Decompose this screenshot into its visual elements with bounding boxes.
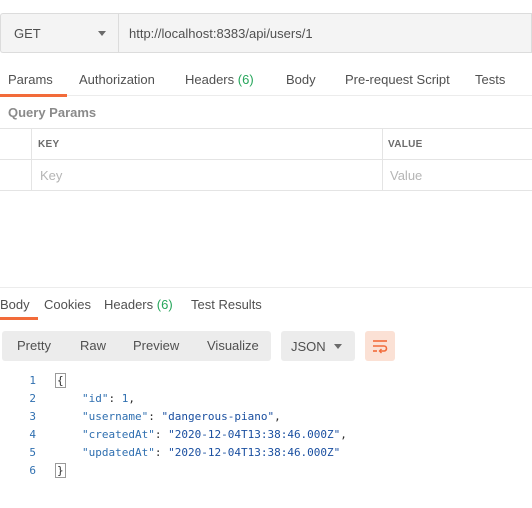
code-text: "updatedAt": "2020-12-04T13:38:46.000Z" (82, 446, 341, 459)
response-body-code[interactable]: 1 { 2 "id": 1, 3 "username": "dangerous-… (0, 372, 532, 480)
pane-divider[interactable] (0, 287, 532, 288)
tab-label: Params (8, 72, 53, 87)
table-row: Key Value (0, 160, 532, 191)
line-number: 5 (29, 446, 36, 459)
preview-button[interactable]: Preview (133, 331, 179, 361)
json-comma: , (128, 392, 135, 405)
code-text: "createdAt": "2020-12-04T13:38:46.000Z", (82, 428, 347, 441)
tab-cookies[interactable]: Cookies (44, 296, 91, 320)
column-divider (382, 129, 383, 159)
code-text: "id": 1, (82, 392, 135, 405)
json-value: "dangerous-piano" (161, 410, 275, 423)
wrap-lines-icon (373, 340, 388, 354)
tab-response-body[interactable]: Body (0, 296, 38, 320)
tab-label: Tests (475, 72, 506, 87)
tab-count: (6) (237, 72, 254, 87)
chevron-down-icon (334, 344, 342, 349)
json-key: "createdAt" (82, 428, 155, 441)
tab-body[interactable]: Body (286, 66, 316, 96)
tab-label: Pre-request Script (345, 72, 450, 87)
code-line: 3 "username": "dangerous-piano", (0, 408, 532, 426)
json-comma: , (340, 428, 347, 441)
method-label: GET (14, 25, 41, 41)
tab-label: Headers (185, 72, 235, 87)
close-brace: } (55, 463, 66, 478)
visualize-button[interactable]: Visualize (207, 331, 259, 361)
view-mode-group: Pretty Raw Preview Visualize (2, 331, 271, 361)
column-divider (382, 160, 383, 191)
format-label: JSON (291, 338, 326, 354)
tab-count: (6) (156, 297, 173, 312)
code-text: "username": "dangerous-piano", (82, 410, 281, 423)
open-brace: { (55, 373, 66, 388)
tab-label: Body (286, 72, 316, 87)
line-number: 2 (29, 392, 36, 405)
json-key: "id" (82, 392, 109, 405)
tab-pre-request-script[interactable]: Pre-request Script (345, 66, 450, 96)
request-bar: GET http://localhost:8383/api/users/1 (0, 13, 532, 53)
code-line: 1 { (0, 372, 532, 390)
request-tabs: Params Authorization Headers (6) Body Pr… (0, 66, 532, 97)
column-divider (31, 160, 32, 191)
key-input[interactable]: Key (40, 168, 62, 183)
tab-test-results[interactable]: Test Results (191, 296, 262, 320)
tab-label: Body (0, 297, 30, 312)
code-line: 4 "createdAt": "2020-12-04T13:38:46.000Z… (0, 426, 532, 444)
line-number: 6 (29, 464, 36, 477)
method-select[interactable]: GET (0, 13, 118, 53)
json-value: "2020-12-04T13:38:46.000Z" (168, 428, 341, 441)
format-select[interactable]: JSON (281, 331, 355, 361)
code-line: 5 "updatedAt": "2020-12-04T13:38:46.000Z… (0, 444, 532, 462)
params-table: KEY VALUE Key Value (0, 128, 532, 191)
key-column-header: KEY (38, 139, 60, 150)
json-key: "updatedAt" (82, 446, 155, 459)
tab-label: Cookies (44, 297, 91, 312)
json-key: "username" (82, 410, 149, 423)
code-text: { (55, 372, 66, 390)
column-divider (31, 129, 32, 159)
value-column-header: VALUE (388, 139, 423, 150)
tab-authorization[interactable]: Authorization (79, 66, 155, 96)
tab-label: Headers (104, 297, 154, 312)
code-line: 2 "id": 1, (0, 390, 532, 408)
wrap-lines-button[interactable] (365, 331, 395, 361)
tab-headers[interactable]: Headers (6) (185, 66, 254, 96)
code-line: 6 } (0, 462, 532, 480)
url-text: http://localhost:8383/api/users/1 (129, 25, 313, 41)
url-input[interactable]: http://localhost:8383/api/users/1 (118, 13, 532, 53)
chevron-down-icon (98, 30, 106, 36)
value-input[interactable]: Value (390, 168, 422, 183)
line-number: 3 (29, 410, 36, 423)
tab-label: Test Results (191, 297, 262, 312)
tab-tests[interactable]: Tests (475, 66, 505, 96)
response-tabs: Body Cookies Headers (6) Test Results (0, 296, 532, 320)
pretty-button[interactable]: Pretty (17, 331, 51, 361)
tab-response-headers[interactable]: Headers (6) (104, 296, 173, 320)
json-comma: , (274, 410, 281, 423)
code-text: } (55, 462, 66, 480)
json-value: "2020-12-04T13:38:46.000Z" (168, 446, 341, 459)
tab-label: Authorization (79, 72, 155, 87)
line-number: 1 (29, 374, 36, 387)
line-number: 4 (29, 428, 36, 441)
query-params-label: Query Params (8, 105, 97, 120)
tab-params[interactable]: Params (0, 66, 67, 97)
raw-button[interactable]: Raw (80, 331, 106, 361)
table-header-row: KEY VALUE (0, 129, 532, 160)
